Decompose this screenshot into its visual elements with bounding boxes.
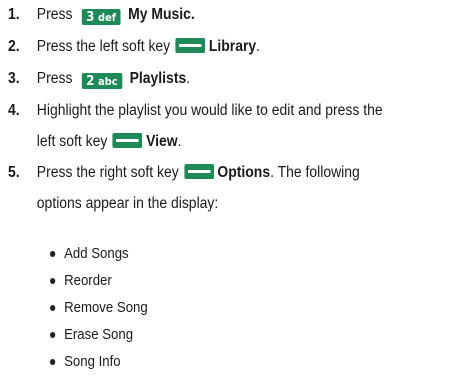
- right-soft-key-icon: [184, 164, 214, 179]
- options-list: Add Songs Reorder Remove Song Erase Song…: [50, 240, 148, 375]
- menu-label-view: View: [146, 133, 178, 150]
- step-text: Press the left soft key: [36, 38, 171, 55]
- step-text: Press: [36, 6, 73, 23]
- list-item: Song Info: [50, 348, 148, 375]
- step-number: 5.: [8, 164, 20, 181]
- menu-label-playlists: Playlists: [129, 70, 187, 87]
- step-number: 3.: [8, 70, 20, 87]
- left-soft-key-icon: [112, 133, 143, 148]
- step-text: Press: [36, 70, 73, 87]
- step-text: Press the right soft key: [36, 164, 179, 181]
- step-number: 2.: [8, 38, 20, 55]
- menu-label-my-music: My Music.: [128, 6, 195, 23]
- menu-label-options: Options: [217, 164, 271, 181]
- left-soft-key-icon: [175, 38, 206, 53]
- step-number: 4.: [8, 102, 20, 119]
- list-item: Erase Song: [50, 321, 148, 348]
- list-item: Add Songs: [50, 240, 148, 267]
- step-text-line-1: Highlight the playlist you would like to…: [36, 102, 383, 119]
- step-text: left soft key: [36, 133, 108, 150]
- key-3-def-icon: 3 def: [81, 9, 121, 25]
- step-text-line-2: options appear in the display:: [36, 195, 219, 212]
- menu-label-library: Library: [208, 38, 257, 55]
- list-item: Reorder: [50, 267, 148, 294]
- key-2-abc-icon: 2 abc: [81, 73, 123, 89]
- step-number: 1.: [8, 6, 20, 23]
- list-item: Remove Song: [50, 294, 148, 321]
